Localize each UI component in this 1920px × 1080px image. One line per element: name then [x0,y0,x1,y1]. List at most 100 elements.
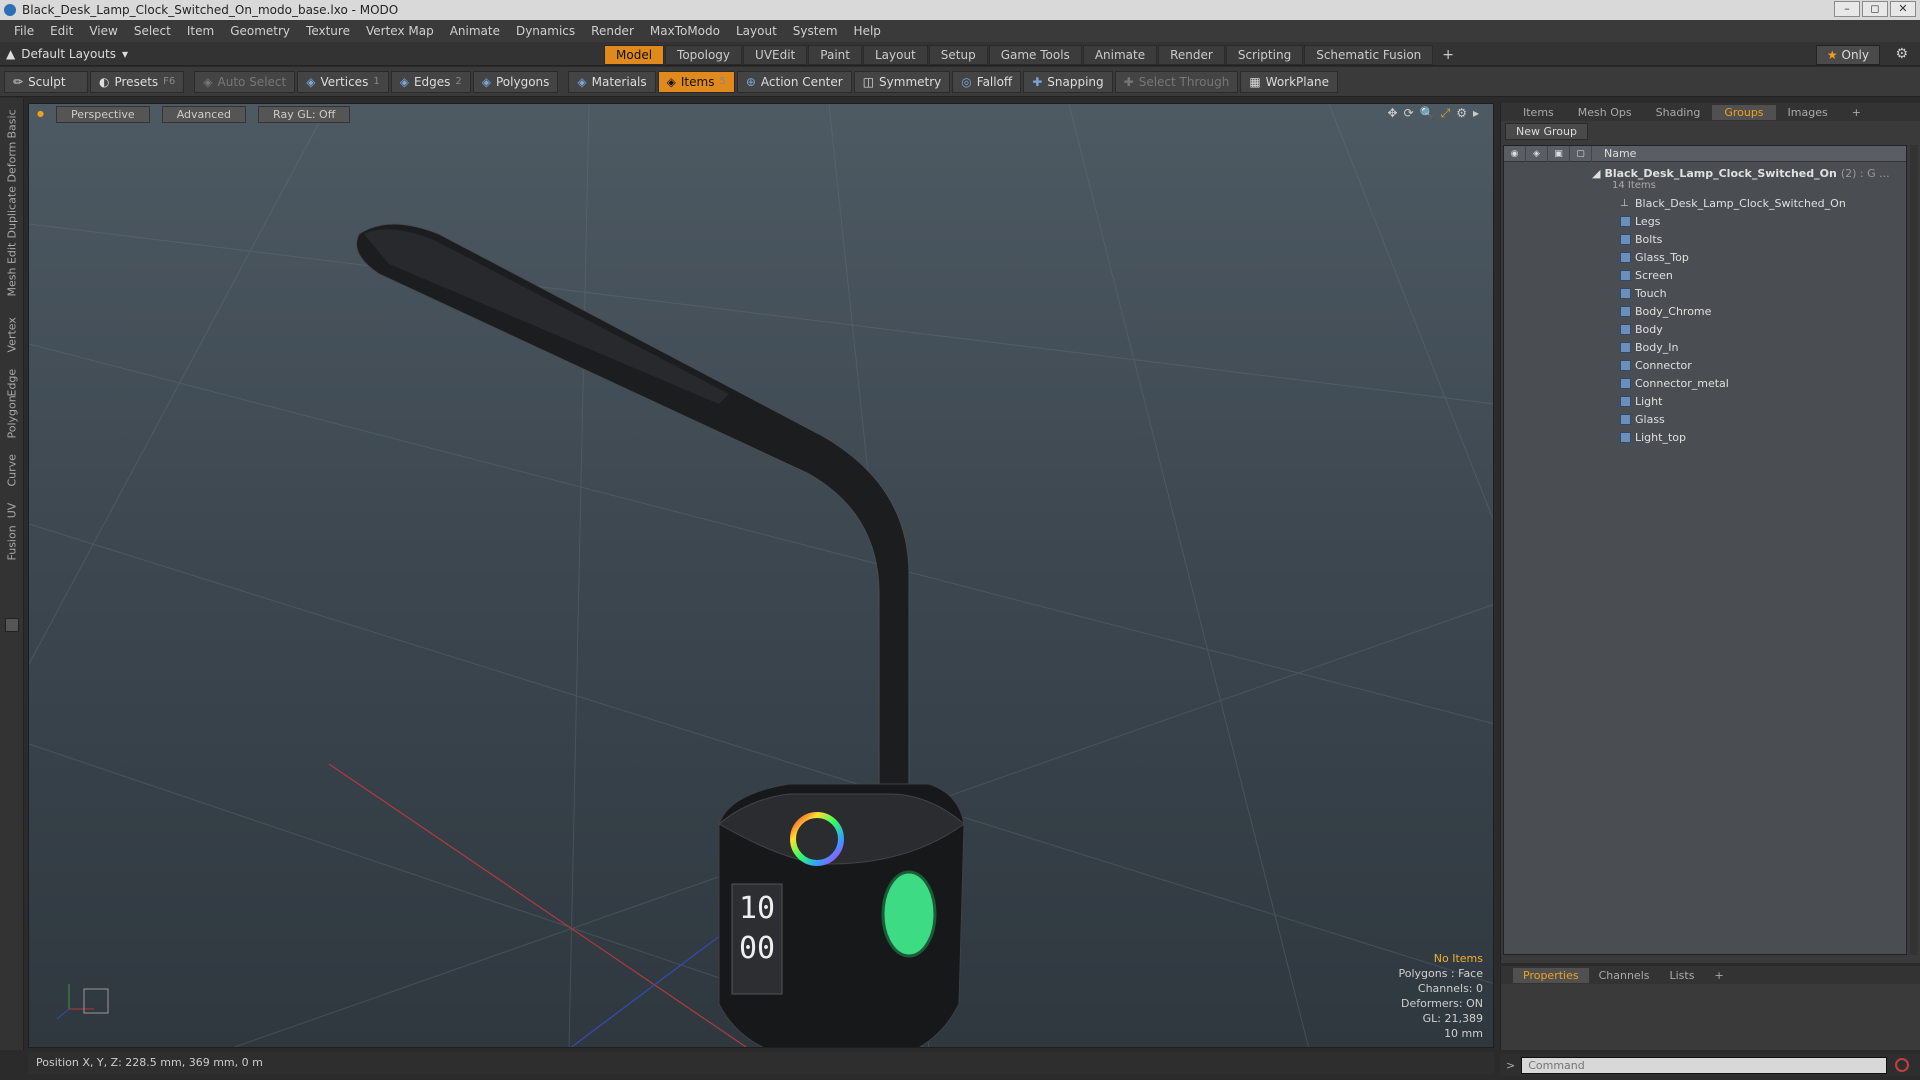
tab-setup[interactable]: Setup [928,45,988,65]
menu-file[interactable]: File [6,24,42,38]
vtab-fusion[interactable]: Fusion [0,525,24,568]
menu-layout[interactable]: Layout [728,24,785,38]
move-view-icon[interactable]: ✥ [1388,106,1398,121]
viewport-menu-icon[interactable]: ▸ [1473,106,1479,121]
list-item[interactable]: Body_In [1504,338,1906,356]
expand-toggle[interactable] [5,618,19,632]
action-center-button[interactable]: ⊕ Action Center [736,70,852,93]
list-item[interactable]: ⊥ Black_Desk_Lamp_Clock_Switched_On [1504,194,1906,212]
command-input[interactable] [1521,1056,1888,1074]
list-item[interactable]: Touch [1504,284,1906,302]
maximize-icon[interactable]: ◻ [1862,1,1888,17]
tab-mesh-ops[interactable]: Mesh Ops [1566,105,1644,120]
tab-animate[interactable]: Animate [1082,45,1158,65]
tab-lists[interactable]: Lists [1660,968,1705,983]
menu-render[interactable]: Render [583,24,642,38]
list-item[interactable]: Light_top [1504,428,1906,446]
tab-layout[interactable]: Layout [862,45,928,65]
rotate-view-icon[interactable]: ⟳ [1404,106,1414,121]
materials-button[interactable]: ◈ Materials [568,70,656,93]
sculpt-button[interactable]: ✏ Sculpt [4,70,88,93]
tab-game-tools[interactable]: Game Tools [988,45,1082,65]
menu-maxtomodo[interactable]: MaxToModo [642,24,728,38]
menu-item[interactable]: Item [179,24,222,38]
snapping-button[interactable]: ✚ Snapping [1023,70,1113,93]
tab-properties[interactable]: Properties [1513,967,1589,983]
select-through-button[interactable]: ✚ Select Through [1114,70,1239,93]
vtab-vertex[interactable]: Vertex [0,317,24,360]
menu-geometry[interactable]: Geometry [222,24,298,38]
vtab-basic[interactable]: Basic [0,109,24,140]
lock-icon[interactable]: ▣ [1548,145,1570,162]
render-icon[interactable]: ◈ [1526,145,1548,162]
list-item[interactable]: Connector_metal [1504,374,1906,392]
eye-icon[interactable]: ◉ [1504,145,1526,162]
tab-items[interactable]: Items [1511,105,1566,120]
tab-uvedit[interactable]: UVEdit [743,45,808,65]
list-item[interactable]: Screen [1504,266,1906,284]
menu-dynamics[interactable]: Dynamics [508,24,583,38]
tab-scripting[interactable]: Scripting [1225,45,1304,65]
falloff-label: Falloff [976,74,1013,89]
falloff-button[interactable]: ◎ Falloff [952,70,1022,93]
menu-edit[interactable]: Edit [42,24,81,38]
close-icon[interactable]: ✕ [1890,1,1916,17]
list-item[interactable]: Body_Chrome [1504,302,1906,320]
menu-system[interactable]: System [785,24,846,38]
list-item[interactable]: Connector [1504,356,1906,374]
advanced-button[interactable]: Advanced [161,106,247,123]
polygons-button[interactable]: ◈ Polygons [472,70,559,93]
workplane-button[interactable]: ▦ WorkPlane [1240,70,1338,93]
tab-model[interactable]: Model [604,45,665,65]
raygl-button[interactable]: Ray GL: Off [258,106,351,123]
auto-select-button[interactable]: ◈ Auto Select [194,70,296,93]
tab-groups[interactable]: Groups [1712,104,1776,120]
tab-topology[interactable]: Topology [665,45,743,65]
menu-texture[interactable]: Texture [298,24,358,38]
only-toggle[interactable]: ★ Only [1815,45,1880,65]
symmetry-button[interactable]: ◫ Symmetry [853,70,951,93]
perspective-button[interactable]: Perspective [55,106,150,123]
viewport-gear-icon[interactable]: ⚙ [1456,106,1467,121]
groups-scrollbar[interactable] [1910,145,1918,955]
list-item[interactable]: Glass_Top [1504,248,1906,266]
gear-icon[interactable]: ⚙ [1895,46,1908,62]
tab-render[interactable]: Render [1158,45,1225,65]
add-tab-button[interactable]: + [1434,45,1462,65]
items-button[interactable]: ◈ Items 5 [657,70,735,93]
list-item[interactable]: Body [1504,320,1906,338]
stop-icon[interactable] [1895,1058,1910,1072]
tab-channels[interactable]: Channels [1589,968,1660,983]
vtab-deform[interactable]: Deform [0,142,24,190]
list-item[interactable]: Glass [1504,410,1906,428]
list-item[interactable]: Light [1504,392,1906,410]
zoom-icon[interactable]: 🔍 [1420,106,1435,121]
tab-add[interactable]: + [1840,105,1873,120]
vtab-curve[interactable]: Curve [0,454,24,492]
tab-schematic-fusion[interactable]: Schematic Fusion [1304,45,1434,65]
select-icon[interactable]: ▢ [1570,145,1592,162]
vtab-uv[interactable]: UV [0,498,24,522]
collapse-icon[interactable]: ▲ [6,47,15,61]
tab-images[interactable]: Images [1776,105,1840,120]
layout-selector[interactable]: ▲ Default Layouts ▾ [6,47,128,61]
vertices-button[interactable]: ◈ Vertices 1 [297,70,389,93]
minimize-icon[interactable]: – [1834,1,1860,17]
vtab-mesh-edit[interactable]: Mesh Edit [0,243,24,312]
tab-paint[interactable]: Paint [808,45,862,65]
tab-shading[interactable]: Shading [1644,105,1713,120]
vtab-polygon[interactable]: Polygon [0,395,24,450]
menu-view[interactable]: View [81,24,125,38]
fit-view-icon[interactable]: ⤢ [1441,106,1451,121]
tab-add-props[interactable]: + [1704,968,1733,983]
menu-help[interactable]: Help [846,24,889,38]
list-item[interactable]: Bolts [1504,230,1906,248]
new-group-button[interactable]: New Group [1505,123,1588,140]
3d-viewport[interactable]: 10 00 ● Perspective Advanced Ray GL: Off… [28,103,1494,1048]
presets-button[interactable]: ◐ Presets F6 [90,70,185,93]
menu-vertex-map[interactable]: Vertex Map [358,24,442,38]
menu-select[interactable]: Select [126,24,179,38]
menu-animate[interactable]: Animate [442,24,508,38]
list-item[interactable]: Legs [1504,212,1906,230]
edges-button[interactable]: ◈ Edges 2 [390,70,471,93]
